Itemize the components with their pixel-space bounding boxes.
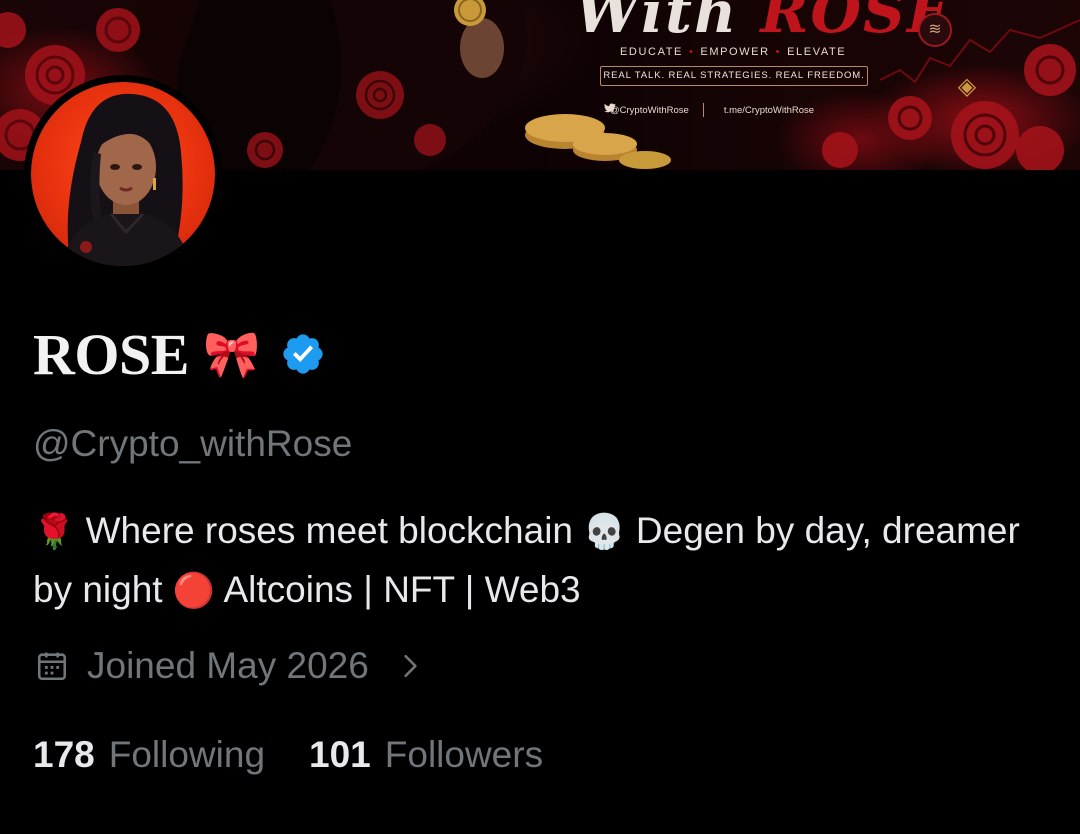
banner-twitter-handle: @CryptoWithRose: [610, 104, 689, 116]
display-name: ROSE: [33, 321, 189, 387]
following-link[interactable]: 178 Following: [33, 734, 265, 776]
follow-stats: 178 Following 101 Followers: [33, 734, 543, 776]
skull-icon: 💀: [583, 513, 626, 551]
profile-avatar[interactable]: [24, 75, 222, 273]
avatar-image: [31, 82, 215, 266]
verified-badge-icon[interactable]: [280, 331, 326, 377]
followers-link[interactable]: 101 Followers: [309, 734, 543, 776]
ribbon-bow-icon: 🎀: [202, 328, 261, 380]
banner-socials: @CryptoWithRose t.me/CryptoWithRose: [604, 103, 814, 117]
followers-count: 101: [309, 734, 371, 775]
banner-boxed-slogan: REAL TALK. REAL STRATEGIES. REAL FREEDOM…: [600, 66, 868, 86]
joined-date-text: Joined May 2026: [87, 645, 369, 686]
following-label: Following: [108, 734, 266, 775]
tagline-empower: EMPOWER: [700, 46, 770, 58]
banner-socials-divider: [702, 103, 704, 117]
banner-tagline: EDUCATE • EMPOWER • ELEVATE: [620, 46, 847, 58]
banner-telegram-link: t.me/CryptoWithRose: [723, 104, 815, 116]
solana-coin-icon: ≋: [918, 13, 952, 47]
bio-text-3: Altcoins | NFT | Web3: [223, 569, 581, 610]
binance-coin-icon: ◈: [957, 73, 977, 100]
following-count: 178: [33, 734, 95, 775]
bio-text-1: Where roses meet blockchain: [85, 510, 574, 551]
profile-bio: 🌹 Where roses meet blockchain 💀 Degen by…: [33, 502, 1043, 620]
banner-title: With ROSE: [575, 0, 953, 46]
profile-name-row: ROSE 🎀: [33, 318, 326, 390]
followers-label: Followers: [384, 734, 544, 775]
calendar-icon: [37, 652, 67, 681]
rose-icon: 🌹: [33, 513, 76, 551]
tagline-elevate: ELEVATE: [787, 46, 847, 58]
chevron-right-icon[interactable]: [397, 653, 423, 679]
profile-handle: @Crypto_withRose: [33, 423, 353, 464]
banner-title-with: With: [575, 0, 739, 46]
tagline-educate: EDUCATE: [620, 46, 683, 58]
joined-date-row[interactable]: Joined May 2026: [35, 645, 423, 687]
profile-page: With ROSE EDUCATE • EMPOWER • ELEVATE REAL T…: [0, 0, 1080, 834]
red-circle-icon: 🔴: [172, 572, 216, 610]
